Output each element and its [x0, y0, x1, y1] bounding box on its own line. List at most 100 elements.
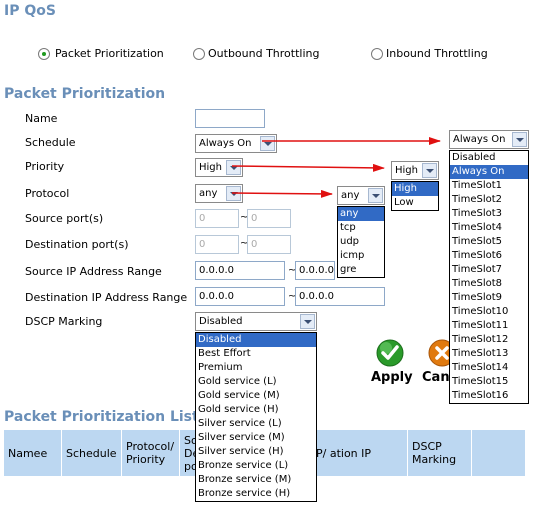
schedule-select[interactable]: Always On: [195, 134, 277, 153]
protocol-select-value: any: [199, 188, 218, 199]
dest-port-from-input[interactable]: 0: [195, 235, 239, 254]
dropdown-option[interactable]: TimeSlot16: [450, 389, 528, 403]
radio-packet-prioritization-label: Packet Prioritization: [55, 47, 164, 60]
dropdown-option[interactable]: Low: [392, 196, 438, 210]
dest-port-to-input[interactable]: 0: [247, 235, 291, 254]
dropdown-option[interactable]: Silver service (M): [196, 431, 316, 445]
dropdown-option[interactable]: Premium: [196, 361, 316, 375]
chevron-down-icon: [368, 188, 383, 203]
apply-button[interactable]: Apply: [368, 338, 414, 388]
dropdown-option[interactable]: Disabled: [450, 151, 528, 165]
dropdown-option[interactable]: Always On: [450, 165, 528, 179]
chevron-down-icon: [260, 136, 275, 151]
radio-inbound-throttling-label: Inbound Throttling: [386, 47, 488, 60]
cancel-label: Can: [422, 370, 450, 385]
dropdown-option[interactable]: any: [338, 207, 384, 221]
radio-outbound-throttling-label: Outbound Throttling: [208, 47, 320, 60]
radio-packet-prioritization[interactable]: [38, 48, 50, 60]
dropdown-option[interactable]: udp: [338, 235, 384, 249]
dropdown-option[interactable]: TimeSlot9: [450, 291, 528, 305]
radio-outbound-throttling[interactable]: [193, 48, 205, 60]
dropdown-option[interactable]: gre: [338, 263, 384, 277]
schedule-callout-value: Always On: [453, 134, 506, 145]
dest-ip-from-input[interactable]: 0.0.0.0: [195, 287, 285, 306]
protocol-callout-value: any: [341, 190, 360, 201]
priority-callout-select[interactable]: High: [391, 161, 439, 180]
protocol-arrow: [231, 189, 333, 198]
schedule-label: Schedule: [25, 136, 76, 149]
priority-select-value: High: [199, 162, 222, 173]
page-title: IP QoS: [4, 3, 56, 19]
dropdown-option[interactable]: Silver service (H): [196, 445, 316, 459]
dropdown-option[interactable]: TimeSlot12: [450, 333, 528, 347]
dropdown-option[interactable]: Gold service (M): [196, 389, 316, 403]
dropdown-option[interactable]: icmp: [338, 249, 384, 263]
dropdown-option[interactable]: TimeSlot10: [450, 305, 528, 319]
source-ip-to-input[interactable]: 0.0.0.0: [295, 261, 335, 280]
source-port-to-input[interactable]: 0: [247, 209, 291, 228]
dropdown-option[interactable]: TimeSlot1: [450, 179, 528, 193]
schedule-select-value: Always On: [199, 138, 252, 149]
priority-dropdown-list: High Low: [391, 181, 439, 211]
dscp-select[interactable]: Disabled: [195, 312, 317, 331]
source-port-label: Source port(s): [25, 212, 104, 225]
dest-port-label: Destination port(s): [25, 238, 129, 251]
chevron-down-icon: [512, 132, 527, 147]
dropdown-option[interactable]: TimeSlot15: [450, 375, 528, 389]
name-label: Name: [25, 112, 58, 125]
chevron-down-icon: [226, 186, 241, 201]
radio-inbound-throttling[interactable]: [371, 48, 383, 60]
dropdown-option[interactable]: TimeSlot2: [450, 193, 528, 207]
apply-label: Apply: [371, 370, 413, 385]
dropdown-option[interactable]: TimeSlot14: [450, 361, 528, 375]
source-ip-from-input[interactable]: 0.0.0.0: [195, 261, 285, 280]
dropdown-option[interactable]: Disabled: [196, 333, 316, 347]
dropdown-option[interactable]: TimeSlot8: [450, 277, 528, 291]
dscp-dropdown-list: Disabled Best Effort Premium Gold servic…: [195, 332, 317, 502]
dropdown-option[interactable]: TimeSlot13: [450, 347, 528, 361]
name-input[interactable]: [195, 109, 265, 128]
dropdown-option[interactable]: Bronze service (H): [196, 487, 316, 501]
dropdown-option[interactable]: Silver service (L): [196, 417, 316, 431]
dropdown-option[interactable]: TimeSlot7: [450, 263, 528, 277]
dropdown-option[interactable]: TimeSlot4: [450, 221, 528, 235]
dropdown-option[interactable]: TimeSlot11: [450, 319, 528, 333]
chevron-down-icon: [422, 163, 437, 178]
priority-label: Priority: [25, 160, 65, 173]
source-ip-label: Source IP Address Range: [25, 265, 162, 278]
schedule-dropdown-list: Disabled Always On TimeSlot1 TimeSlot2 T…: [449, 150, 529, 404]
section-title: Packet Prioritization: [4, 86, 166, 102]
dropdown-option[interactable]: TimeSlot5: [450, 235, 528, 249]
dropdown-option[interactable]: TimeSlot6: [450, 249, 528, 263]
dscp-select-value: Disabled: [199, 316, 243, 327]
priority-select[interactable]: High: [195, 158, 243, 177]
cancel-button[interactable]: Can: [420, 338, 450, 388]
dest-ip-label: Destination IP Address Range: [25, 291, 188, 304]
column-header: Protocol/ Priority: [122, 430, 180, 476]
chevron-down-icon: [226, 160, 241, 175]
dropdown-option[interactable]: Bronze service (M): [196, 473, 316, 487]
dscp-label: DSCP Marking: [25, 315, 103, 328]
column-header: Schedule: [62, 430, 122, 476]
priority-callout-value: High: [395, 165, 418, 176]
dropdown-option[interactable]: TimeSlot3: [450, 207, 528, 221]
dropdown-option[interactable]: Gold service (L): [196, 375, 316, 389]
chevron-down-icon: [300, 314, 315, 329]
column-header: Namee: [4, 430, 62, 476]
dropdown-option[interactable]: tcp: [338, 221, 384, 235]
dest-ip-to-input[interactable]: 0.0.0.0: [295, 287, 385, 306]
protocol-select[interactable]: any: [195, 184, 243, 203]
list-title: Packet Prioritization List: [4, 409, 199, 425]
cancel-icon: [428, 339, 450, 367]
source-port-from-input[interactable]: 0: [195, 209, 239, 228]
dropdown-option[interactable]: Gold service (H): [196, 403, 316, 417]
column-header: P/ ation IP: [312, 430, 408, 476]
protocol-callout-select[interactable]: any: [337, 186, 385, 205]
dropdown-option[interactable]: High: [392, 182, 438, 196]
dropdown-option[interactable]: Bronze service (L): [196, 459, 316, 473]
checkmark-icon: [376, 339, 404, 367]
priority-arrow: [231, 163, 385, 172]
dropdown-option[interactable]: Best Effort: [196, 347, 316, 361]
schedule-callout-select[interactable]: Always On: [449, 130, 529, 149]
protocol-dropdown-list: any tcp udp icmp gre: [337, 206, 385, 278]
